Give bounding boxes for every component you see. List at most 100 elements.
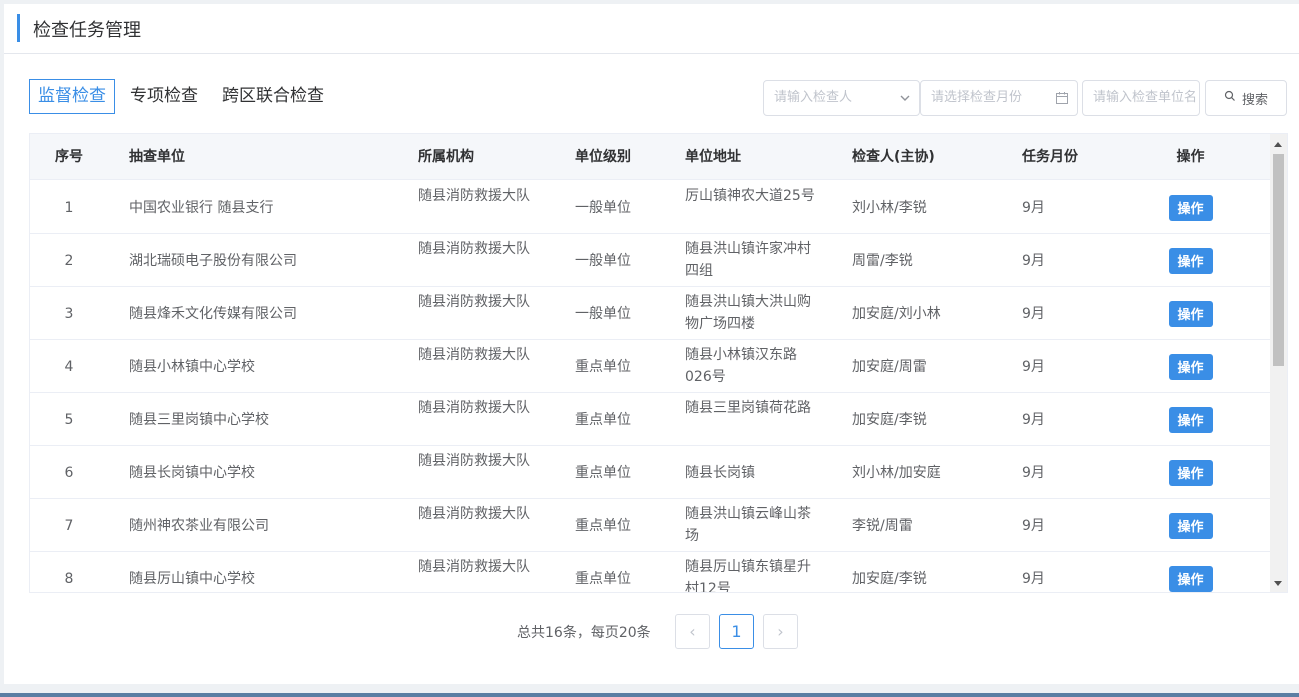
cell-inspector: 刘小林/李锐	[852, 199, 927, 216]
cell-month: 9月	[1022, 517, 1045, 534]
col-header-unit: 抽查单位	[129, 149, 185, 165]
page-number-button[interactable]: 1	[719, 614, 754, 649]
unit-search-input[interactable]: 请输入检查单位名	[1082, 80, 1200, 116]
cell-unit: 随县长岗镇中心学校	[129, 464, 255, 481]
cell-inspector: 刘小林/加安庭	[852, 464, 941, 481]
cell-address: 随县长岗镇	[685, 464, 755, 481]
cell-no: 7	[64, 517, 74, 534]
col-header-no: 序号	[55, 149, 83, 165]
cell-address: 随县三里岗镇荷花路	[685, 400, 811, 416]
cell-month: 9月	[1022, 411, 1045, 428]
cell-org: 随县消防救援大队	[418, 241, 530, 257]
table-row: 5 随县三里岗镇中心学校 随县消防救援大队 重点单位 随县三里岗镇荷花路 加安庭…	[30, 393, 1270, 446]
inspector-select[interactable]: 请输入检查人	[763, 80, 920, 116]
table-row: 6 随县长岗镇中心学校 随县消防救援大队 重点单位 随县长岗镇 刘小林/加安庭 …	[30, 446, 1270, 499]
operate-button[interactable]: 操作	[1168, 300, 1213, 327]
table-row: 7 随州神农茶业有限公司 随县消防救援大队 重点单位 随县洪山镇云峰山茶场 李锐…	[30, 499, 1270, 552]
operate-button[interactable]: 操作	[1168, 406, 1213, 433]
scrollbar-thumb[interactable]	[1273, 154, 1284, 366]
cell-address: 厉山镇神农大道25号	[685, 188, 815, 204]
cell-action: 操作	[1168, 287, 1213, 340]
cell-inspector: 加安庭/李锐	[852, 411, 927, 428]
cell-action: 操作	[1168, 552, 1213, 592]
inspector-select-placeholder: 请输入检查人	[774, 90, 853, 105]
cell-month: 9月	[1022, 464, 1045, 481]
cell-action: 操作	[1168, 234, 1213, 287]
cell-month: 9月	[1022, 305, 1045, 322]
operate-button[interactable]: 操作	[1168, 247, 1213, 274]
table-scrollbar[interactable]	[1270, 134, 1287, 592]
cell-unit: 随县厉山镇中心学校	[129, 570, 255, 587]
page-title: 检查任务管理	[33, 20, 141, 41]
search-button[interactable]: 搜索	[1205, 80, 1287, 116]
cell-action: 操作	[1168, 393, 1213, 446]
cell-unit: 湖北瑞硕电子股份有限公司	[129, 252, 297, 269]
tab-bar: 监督检查 专项检查 跨区联合检查	[29, 79, 339, 114]
cell-level: 重点单位	[575, 358, 631, 375]
cell-address: 随县洪山镇云峰山茶场	[685, 506, 811, 544]
cell-month: 9月	[1022, 570, 1045, 587]
cell-address: 随县洪山镇许家冲村四组	[685, 241, 811, 279]
pagination-total: 总共16条，每页20条	[517, 625, 651, 641]
cell-inspector: 周雷/李锐	[852, 252, 913, 269]
page-header: 检查任务管理	[4, 4, 1299, 54]
search-icon	[1224, 90, 1236, 106]
month-picker-placeholder: 请选择检查月份	[931, 90, 1023, 105]
operate-button[interactable]: 操作	[1168, 512, 1213, 539]
bottom-border-strip	[0, 693, 1299, 697]
table-row: 3 随县烽禾文化传媒有限公司 随县消防救援大队 一般单位 随县洪山镇大洪山购物广…	[30, 287, 1270, 340]
cell-action: 操作	[1168, 181, 1213, 234]
month-picker[interactable]: 请选择检查月份	[920, 80, 1078, 116]
cell-no: 1	[64, 199, 74, 216]
operate-button[interactable]: 操作	[1168, 353, 1213, 380]
table-row: 1 中国农业银行 随县支行 随县消防救援大队 一般单位 厉山镇神农大道25号 刘…	[30, 181, 1270, 234]
unit-search-placeholder: 请输入检查单位名	[1093, 90, 1198, 105]
tab-supervision[interactable]: 监督检查	[29, 79, 115, 114]
col-header-address: 单位地址	[685, 149, 741, 165]
cell-address: 随县厉山镇东镇星升村12号	[685, 559, 811, 593]
cell-inspector: 李锐/周雷	[852, 517, 913, 534]
operate-button[interactable]: 操作	[1168, 194, 1213, 221]
cell-org: 随县消防救援大队	[418, 453, 530, 469]
cell-inspector: 加安庭/刘小林	[852, 305, 941, 322]
table-row: 8 随县厉山镇中心学校 随县消防救援大队 重点单位 随县厉山镇东镇星升村12号 …	[30, 552, 1270, 593]
cell-level: 重点单位	[575, 570, 631, 587]
cell-org: 随县消防救援大队	[418, 559, 530, 575]
cell-no: 3	[64, 305, 74, 322]
search-button-label: 搜索	[1241, 92, 1268, 108]
table-row: 2 湖北瑞硕电子股份有限公司 随县消防救援大队 一般单位 随县洪山镇许家冲村四组…	[30, 234, 1270, 287]
cell-org: 随县消防救援大队	[418, 506, 530, 522]
cell-inspector: 加安庭/周雷	[852, 358, 927, 375]
tab-special[interactable]: 专项检查	[121, 79, 207, 114]
cell-address: 随县洪山镇大洪山购物广场四楼	[685, 294, 811, 332]
tab-cross-region[interactable]: 跨区联合检查	[213, 79, 333, 114]
col-header-month: 任务月份	[1022, 149, 1078, 165]
table-header: 序号 抽查单位 所属机构 单位级别 单位地址 检查人(主协) 任务月份 操作	[30, 134, 1270, 180]
scroll-down-arrow-icon[interactable]	[1274, 581, 1282, 586]
title-accent-bar	[17, 14, 20, 42]
cell-month: 9月	[1022, 252, 1045, 269]
col-header-action: 操作	[1176, 149, 1205, 165]
chevron-down-icon	[899, 81, 911, 115]
next-page-button[interactable]: ›	[763, 614, 798, 649]
calendar-icon	[1055, 81, 1069, 115]
task-table: 序号 抽查单位 所属机构 单位级别 单位地址 检查人(主协) 任务月份 操作 1…	[29, 133, 1288, 593]
cell-no: 6	[64, 464, 74, 481]
cell-no: 5	[64, 411, 74, 428]
cell-month: 9月	[1022, 199, 1045, 216]
cell-no: 8	[64, 570, 74, 587]
cell-unit: 随县三里岗镇中心学校	[129, 411, 269, 428]
cell-month: 9月	[1022, 358, 1045, 375]
cell-level: 一般单位	[575, 252, 631, 269]
operate-button[interactable]: 操作	[1168, 565, 1213, 592]
table-row: 4 随县小林镇中心学校 随县消防救援大队 重点单位 随县小林镇汉东路026号 加…	[30, 340, 1270, 393]
col-header-inspector: 检查人(主协)	[852, 149, 935, 165]
scroll-up-arrow-icon[interactable]	[1274, 142, 1282, 147]
cell-no: 4	[64, 358, 74, 375]
col-header-org: 所属机构	[418, 149, 474, 165]
prev-page-button[interactable]: ‹	[675, 614, 710, 649]
operate-button[interactable]: 操作	[1168, 459, 1213, 486]
cell-unit: 随县烽禾文化传媒有限公司	[129, 305, 297, 322]
col-header-level: 单位级别	[575, 149, 631, 165]
cell-unit: 中国农业银行 随县支行	[129, 199, 274, 216]
